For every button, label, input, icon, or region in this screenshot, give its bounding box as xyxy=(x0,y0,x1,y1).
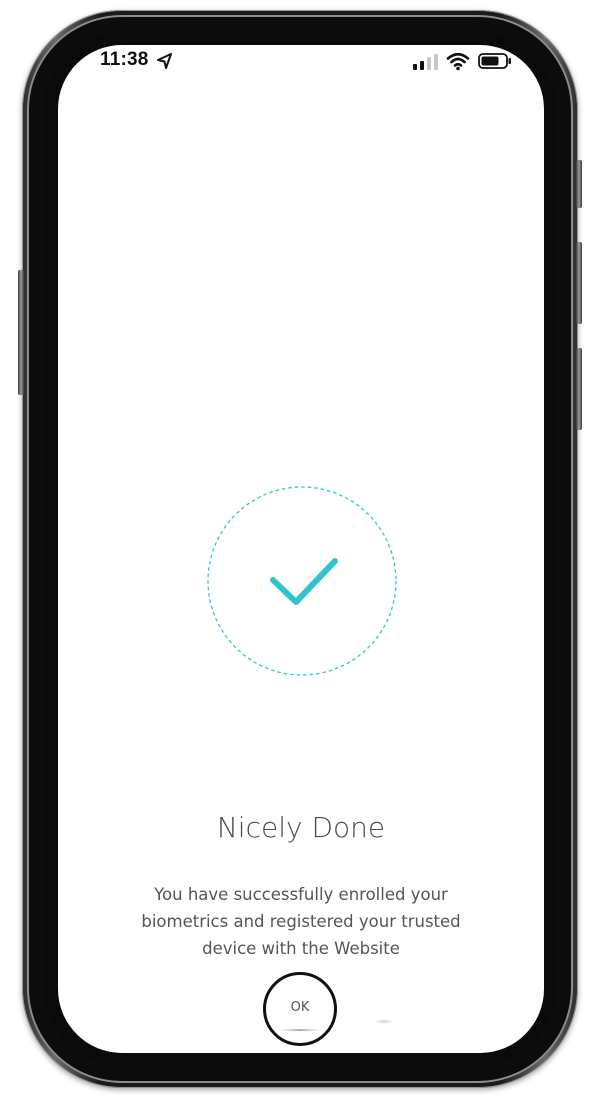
location-arrow-icon xyxy=(157,53,172,69)
checkmark-icon xyxy=(270,558,338,605)
success-message: You have successfully enrolled your biom… xyxy=(141,885,461,958)
page-title: Nicely Done xyxy=(216,811,386,844)
ok-button-underline xyxy=(280,1029,320,1031)
phone-side-button-right-bottom xyxy=(576,348,582,430)
battery-icon xyxy=(478,53,511,69)
ok-button[interactable]: OK xyxy=(263,972,337,1046)
wifi-icon xyxy=(446,52,470,71)
page: 11:38 Nicely Done You have successfully … xyxy=(0,0,600,1100)
cellular-signal-icon xyxy=(413,54,438,70)
phone-side-button-right-middle xyxy=(576,242,582,324)
status-time: 11:38 xyxy=(100,49,149,70)
app-screen: 11:38 Nicely Done You have successfully … xyxy=(58,45,544,1053)
dashed-circle xyxy=(207,486,397,676)
phone-side-button-left xyxy=(18,270,24,395)
status-bar: 11:38 xyxy=(58,45,544,85)
ok-button-label: OK xyxy=(290,1000,310,1015)
faint-divider xyxy=(374,1020,394,1023)
phone-side-button-right-top xyxy=(576,160,582,208)
success-indicator xyxy=(207,486,397,676)
